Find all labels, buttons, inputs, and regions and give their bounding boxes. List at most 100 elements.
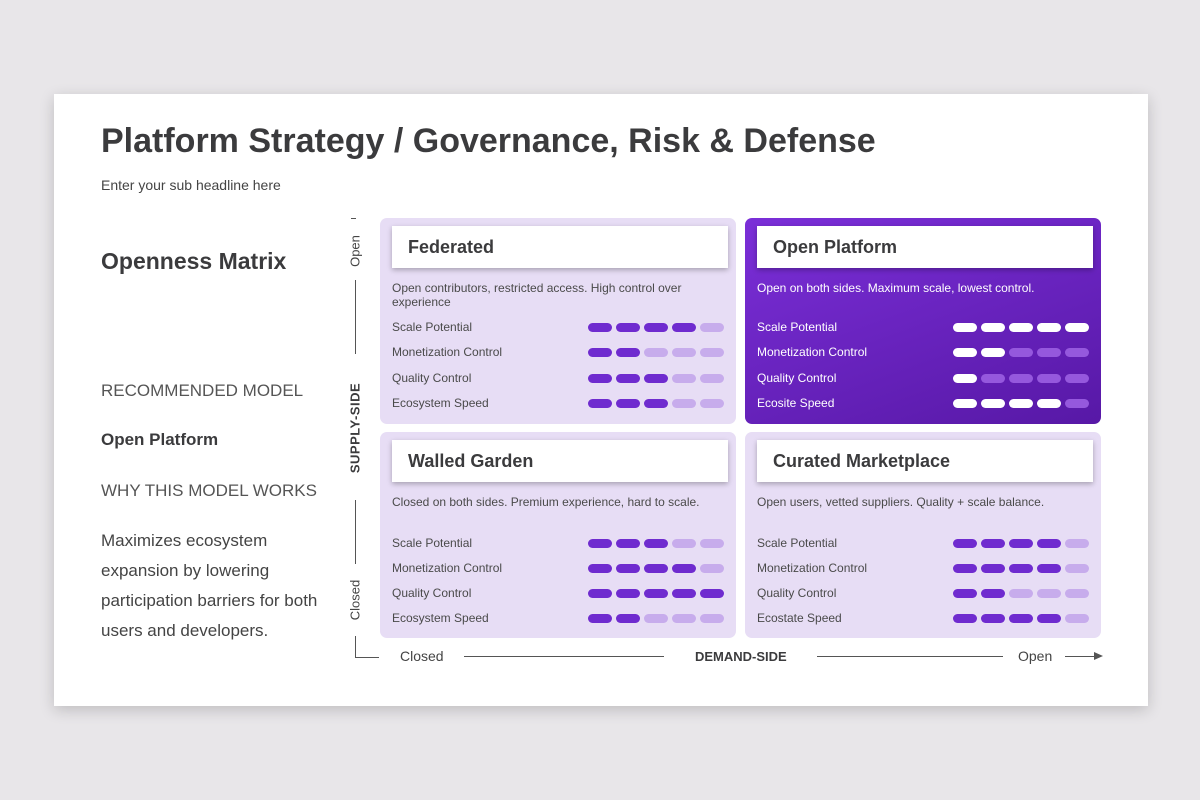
rating-bar-filled [953,399,977,408]
rating-bar-empty [1037,374,1061,383]
metric-row: Ecostate Speed [757,611,1093,625]
page-title: Platform Strategy / Governance, Risk & D… [101,122,876,160]
rating-bar-filled [1009,564,1033,573]
rating-bar-empty [981,374,1005,383]
why-text: Maximizes ecosystem expansion by lowerin… [101,531,318,640]
rating-bar-filled [981,539,1005,548]
metric-row: Ecosite Speed [757,396,1093,410]
rating-bar-empty [1065,564,1089,573]
recommended-label: RECOMMENDED MODEL [101,381,304,400]
matrix-title: Openness Matrix [101,248,287,274]
recommended-model: Open Platform [101,430,219,449]
metric-row: Monetization Control [757,345,1093,359]
metric-row: Quality Control [757,586,1093,600]
quadrant-title: Open Platform [757,226,1093,268]
rating-bars [953,374,1093,383]
rating-bars [588,614,728,623]
x-axis-closed-label: Closed [400,648,444,664]
metric-label: Scale Potential [392,536,473,550]
rating-bar-empty [1065,399,1089,408]
quadrant-open-platform: Open Platform Open on both sides. Maximum… [745,218,1101,424]
rating-bar-empty [672,399,696,408]
rating-bars [953,614,1093,623]
rating-bar-filled [616,323,640,332]
rating-bar-empty [1065,589,1089,598]
rating-bar-filled [644,399,668,408]
metric-row: Ecosystem Speed [392,396,728,410]
metric-label: Monetization Control [392,561,503,575]
rating-bar-empty [644,614,668,623]
metric-label: Quality Control [392,371,472,385]
rating-bar-empty [700,564,724,573]
rating-bar-empty [1009,348,1033,357]
rating-bars [953,323,1093,332]
rating-bar-empty [644,348,668,357]
rating-bars [953,564,1093,573]
rating-bar-filled [1009,323,1033,332]
metric-label: Scale Potential [757,536,838,550]
x-axis-line-left [464,656,664,657]
rating-bar-empty [1065,539,1089,548]
x-axis-arrow-line [1065,656,1095,657]
y-axis-closed-label: Closed [347,579,363,621]
rating-bar-empty [1065,374,1089,383]
rating-bar-filled [981,323,1005,332]
rating-bar-empty [672,348,696,357]
rating-bar-empty [700,399,724,408]
rating-bar-filled [1065,323,1089,332]
rating-bar-filled [588,374,612,383]
rating-bars [588,564,728,573]
y-axis-line-upper [355,280,356,354]
quadrant-title: Walled Garden [392,440,728,482]
metric-row: Scale Potential [757,320,1093,334]
rating-bar-filled [953,323,977,332]
x-axis-line-corner [355,657,379,658]
metric-label: Quality Control [392,586,472,600]
rating-bar-filled [588,539,612,548]
quadrant-curated-marketplace: Curated Marketplace Open users, vetted su… [745,432,1101,638]
rating-bar-filled [672,323,696,332]
metric-label: Monetization Control [392,345,503,359]
rating-bar-filled [644,589,668,598]
metric-row: Scale Potential [392,320,728,334]
metric-label: Ecosystem Speed [392,396,489,410]
metric-label: Ecostate Speed [757,611,842,625]
rating-bar-empty [672,374,696,383]
rating-bar-filled [616,348,640,357]
slide: Platform Strategy / Governance, Risk & D… [54,94,1148,706]
rating-bars [953,399,1093,408]
rating-bar-filled [953,564,977,573]
metric-label: Monetization Control [757,561,868,575]
rating-bar-filled [700,589,724,598]
rating-bars [588,589,728,598]
metric-row: Scale Potential [392,536,728,550]
rating-bar-filled [981,614,1005,623]
rating-bar-empty [700,323,724,332]
metric-label: Ecosite Speed [757,396,835,410]
rating-bar-filled [588,399,612,408]
rating-bars [588,348,728,357]
x-axis-open-label: Open [1018,648,1053,664]
rating-bars [953,589,1093,598]
metric-row: Quality Control [757,371,1093,385]
rating-bar-filled [981,399,1005,408]
y-axis-top-tick [351,218,356,219]
rating-bar-filled [644,539,668,548]
quadrant-description: Open on both sides. Maximum scale, lowes… [757,281,1035,295]
rating-bar-empty [1065,348,1089,357]
why-label: WHY THIS MODEL WORKS [101,481,317,500]
rating-bar-filled [644,564,668,573]
metric-row: Quality Control [392,586,728,600]
rating-bar-filled [672,564,696,573]
quadrant-description: Open contributors, restricted access. Hi… [392,281,682,309]
rating-bar-filled [616,374,640,383]
y-axis-line-corner [355,636,356,657]
rating-bar-filled [588,564,612,573]
rating-bar-filled [953,374,977,383]
rating-bar-filled [616,539,640,548]
rating-bar-filled [588,589,612,598]
metric-label: Monetization Control [757,345,868,359]
rating-bar-filled [1037,399,1061,408]
rating-bar-filled [644,374,668,383]
rating-bar-empty [1009,589,1033,598]
